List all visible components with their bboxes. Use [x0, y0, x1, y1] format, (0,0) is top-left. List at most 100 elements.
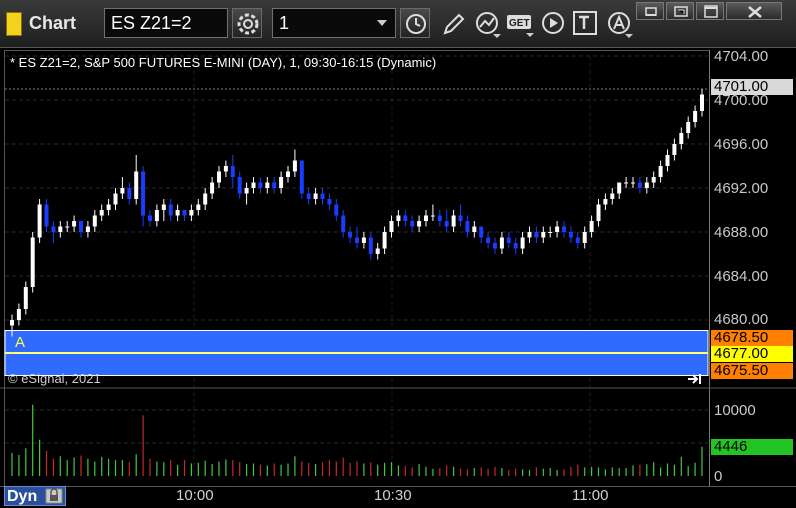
candle-body	[465, 221, 470, 232]
candle-body	[651, 177, 656, 183]
candle-body	[223, 166, 228, 172]
candle-body	[417, 221, 422, 227]
candle-body	[30, 237, 35, 287]
session-marker: A	[15, 334, 25, 351]
scroll-to-end-icon[interactable]	[686, 372, 704, 386]
candle-body	[258, 182, 263, 188]
ask-price-badge: 4678.50	[711, 330, 793, 346]
last-price-badge: 4701.00	[711, 79, 793, 95]
candle-body	[410, 221, 415, 227]
candle-body	[175, 210, 180, 216]
volume-tick: 10000	[714, 402, 756, 419]
candle-body	[182, 210, 187, 216]
candle-body	[85, 226, 90, 232]
candle-body	[617, 182, 622, 194]
candle-body	[168, 204, 173, 216]
candle-body	[327, 199, 332, 205]
candle-body	[203, 193, 208, 205]
candle-body	[672, 144, 677, 155]
candle-body	[430, 215, 435, 217]
candle-body	[348, 232, 353, 238]
candle-body	[596, 204, 601, 221]
candle-body	[58, 226, 63, 232]
candle-body	[65, 226, 70, 228]
candle-body	[520, 237, 525, 249]
candle-body	[51, 226, 56, 232]
copyright-text: © eSignal, 2021	[8, 371, 101, 386]
candle-body	[334, 204, 339, 216]
candle-body	[355, 237, 359, 243]
candle-body	[306, 193, 311, 199]
candle-body	[237, 177, 242, 194]
candle-body	[375, 248, 380, 254]
candle-body	[700, 94, 704, 111]
candle-body	[479, 226, 484, 238]
candle-body	[10, 320, 14, 326]
candle-body	[637, 182, 642, 188]
price-volume-plot: A	[0, 55, 796, 476]
mid-price-badge: 4677.00	[711, 346, 793, 362]
candle-body	[251, 182, 256, 188]
candle-body	[568, 232, 573, 238]
candle-body	[72, 221, 77, 227]
volume-tick: 0	[714, 468, 723, 485]
candle-body	[217, 171, 221, 183]
candle-body	[444, 221, 449, 227]
candle-body	[631, 182, 635, 184]
candle-body	[189, 210, 194, 216]
candle-body	[106, 204, 111, 210]
price-tick: 4688.00	[714, 224, 769, 241]
candle-body	[16, 309, 21, 320]
last-volume-badge: 4446	[711, 439, 793, 455]
candle-body	[679, 133, 684, 144]
candle-body	[527, 232, 532, 238]
candle-body	[499, 237, 504, 249]
candle-body	[313, 193, 318, 199]
candle-body	[562, 226, 566, 232]
candle-body	[154, 210, 159, 221]
candle-body	[265, 182, 270, 188]
candle-body	[603, 199, 608, 205]
candle-body	[230, 166, 235, 177]
candle-body	[272, 182, 277, 188]
candle-body	[658, 166, 663, 177]
candle-body	[437, 215, 442, 221]
candle-body	[127, 188, 132, 199]
candle-body	[196, 204, 201, 210]
candle-body	[693, 111, 698, 122]
candle-body	[665, 155, 670, 166]
price-tick: 4692.00	[714, 180, 769, 197]
candle-body	[161, 204, 166, 210]
candle-body	[286, 171, 290, 177]
candle-body	[320, 193, 325, 199]
price-tick: 4704.00	[714, 48, 769, 65]
candle-body	[541, 232, 546, 238]
bid-price-badge: 4675.50	[711, 363, 793, 379]
time-label: 11:00	[572, 487, 609, 504]
candle-body	[506, 237, 511, 243]
candle-body	[44, 204, 49, 227]
lock-icon	[45, 488, 63, 504]
candle-body	[382, 232, 387, 249]
candle-body	[113, 193, 118, 205]
candle-body	[341, 215, 346, 232]
candle-body	[624, 182, 629, 184]
candle-body	[610, 193, 615, 199]
candle-body	[589, 221, 594, 232]
candle-body	[493, 243, 497, 249]
chart-description: * ES Z21=2, S&P 500 FUTURES E-MINI (DAY)…	[10, 55, 437, 70]
candle-body	[486, 237, 491, 243]
candle-body	[120, 188, 125, 194]
candle-body	[79, 221, 83, 232]
price-tick: 4696.00	[714, 136, 769, 153]
candle-body	[368, 237, 373, 254]
candle-body	[292, 160, 297, 172]
candle-body	[548, 232, 553, 233]
candle-body	[148, 215, 152, 221]
dynamic-mode-button[interactable]: Dyn	[4, 486, 66, 506]
candle-body	[99, 210, 104, 216]
candle-body	[279, 177, 284, 188]
candle-body	[582, 232, 587, 243]
candle-body	[396, 215, 401, 221]
price-tick: 4684.00	[714, 268, 769, 285]
